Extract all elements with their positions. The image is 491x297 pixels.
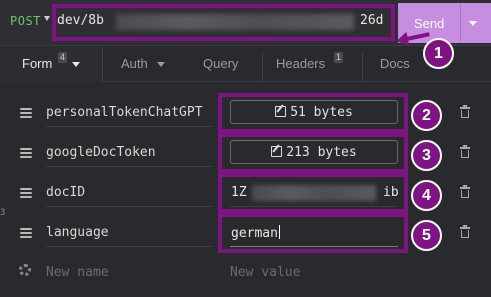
- drag-handle-icon[interactable]: [20, 108, 32, 118]
- drag-handle-icon[interactable]: [20, 228, 32, 238]
- param-name[interactable]: language: [46, 225, 109, 240]
- tab-docs[interactable]: Docs: [380, 56, 410, 71]
- annotation-badge: 5: [411, 220, 442, 251]
- tab-separator: [262, 52, 263, 82]
- delete-icon[interactable]: [460, 225, 470, 238]
- gear-icon[interactable]: [19, 264, 31, 276]
- request-tabs: Form 4 Auth Query Headers 1 Docs: [0, 46, 491, 82]
- send-divider: [460, 3, 461, 43]
- new-name-input[interactable]: New name: [46, 265, 109, 280]
- tab-headers-count-badge: 1: [334, 52, 344, 63]
- method-dropdown-icon[interactable]: [44, 16, 50, 21]
- send-label[interactable]: Send: [414, 16, 444, 31]
- annotation-box-param-2: [218, 133, 408, 173]
- param-name-underline: [46, 246, 213, 247]
- param-name[interactable]: googleDocToken: [46, 145, 156, 160]
- new-param-row: New name New value: [0, 253, 491, 293]
- annotation-badge: 4: [411, 180, 442, 211]
- param-name-underline: [46, 126, 213, 127]
- new-value-input[interactable]: New value: [230, 265, 300, 280]
- tab-query[interactable]: Query: [203, 56, 238, 71]
- tab-form[interactable]: Form: [22, 56, 52, 71]
- annotation-badge: 3: [411, 140, 442, 171]
- tab-form-count-badge: 4: [58, 52, 68, 63]
- annotation-badge: 2: [411, 100, 442, 131]
- delete-icon[interactable]: [460, 185, 470, 198]
- tab-auth[interactable]: Auth: [121, 56, 148, 71]
- send-options-chevron-icon[interactable]: [469, 21, 477, 26]
- annotation-box-param-4: [218, 213, 408, 253]
- tab-auth-chevron-down-icon[interactable]: [157, 62, 165, 67]
- edge-marker: 3: [0, 208, 6, 218]
- tab-headers[interactable]: Headers: [276, 56, 325, 71]
- param-name-underline: [46, 166, 213, 167]
- drag-handle-icon[interactable]: [20, 188, 32, 198]
- method-selector[interactable]: POST: [10, 14, 41, 28]
- tab-separator: [362, 52, 363, 82]
- param-name-underline: [46, 206, 213, 207]
- annotation-box-param-1: [218, 93, 408, 133]
- param-name[interactable]: docID: [46, 185, 85, 200]
- param-name[interactable]: personalTokenChatGPT: [46, 105, 203, 120]
- annotation-box-param-3: [218, 173, 408, 213]
- annotation-arrow-head: [394, 31, 410, 49]
- tab-form-chevron-down-icon[interactable]: [72, 62, 80, 67]
- drag-handle-icon[interactable]: [20, 148, 32, 158]
- request-editor: POST dev/8b 26d Send Form 4 Auth Query H…: [0, 0, 491, 297]
- annotation-box-url: [52, 4, 395, 41]
- annotation-badge: 1: [423, 38, 454, 69]
- delete-icon[interactable]: [460, 145, 470, 158]
- delete-icon[interactable]: [460, 105, 470, 118]
